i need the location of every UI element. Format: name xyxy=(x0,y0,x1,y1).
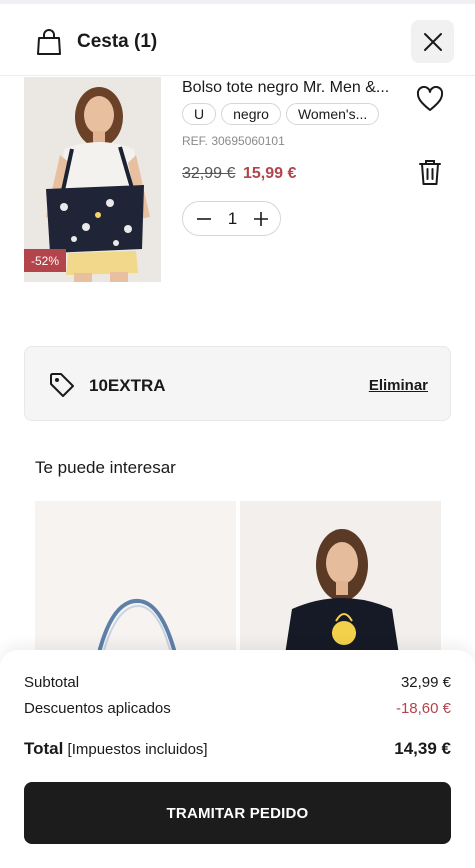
cart-header: Cesta (1) xyxy=(0,4,475,76)
heart-icon[interactable] xyxy=(416,86,444,112)
plus-icon[interactable] xyxy=(252,210,270,228)
product-tags: U negro Women's... xyxy=(182,103,380,125)
close-icon xyxy=(423,32,442,51)
size-tag: U xyxy=(182,103,217,125)
cart-title: Cesta (1) xyxy=(77,31,158,52)
quantity-value: 1 xyxy=(227,208,238,228)
recommendations-title: Te puede interesar xyxy=(35,458,176,477)
shopping-bag-icon xyxy=(37,29,61,55)
product-name[interactable]: Bolso tote negro Mr. Men &... xyxy=(182,79,389,97)
original-price: 32,99 € xyxy=(182,165,236,182)
quantity-stepper: 1 xyxy=(182,201,281,236)
coupon-code: 10EXTRA xyxy=(89,376,166,395)
sale-price: 15,99 € xyxy=(243,165,297,182)
tag-icon xyxy=(50,373,74,397)
color-tag: negro xyxy=(221,103,281,125)
discount-badge: -52% xyxy=(24,249,66,272)
total-tax-note: [Impuestos incluidos] xyxy=(67,741,208,758)
subtotal-row: Subtotal 32,99 € xyxy=(24,674,451,691)
subtotal-value: 32,99 € xyxy=(400,674,451,691)
order-summary: Subtotal 32,99 € Descuentos aplicados -1… xyxy=(0,650,475,868)
minus-icon[interactable] xyxy=(195,210,213,228)
discount-label: Descuentos aplicados xyxy=(24,700,171,717)
close-button[interactable] xyxy=(411,20,454,63)
total-row: Total [Impuestos incluidos] 14,39 € xyxy=(24,739,451,759)
total-label: Total xyxy=(24,739,64,758)
product-ref: REF. 30695060101 xyxy=(182,134,285,148)
remove-coupon-link[interactable]: Eliminar xyxy=(369,377,428,394)
recommendation-card[interactable] xyxy=(240,501,441,661)
discount-value: -18,60 € xyxy=(395,700,451,717)
total-value: 14,39 € xyxy=(394,739,451,758)
subtotal-label: Subtotal xyxy=(24,674,80,691)
recommendation-card[interactable] xyxy=(35,501,236,661)
trash-icon[interactable] xyxy=(418,158,442,186)
coupon-box: 10EXTRA Eliminar xyxy=(24,346,451,421)
checkout-button[interactable]: TRAMITAR PEDIDO xyxy=(24,782,451,844)
category-tag: Women's... xyxy=(285,103,380,125)
discount-row: Descuentos aplicados -18,60 € xyxy=(24,700,451,717)
